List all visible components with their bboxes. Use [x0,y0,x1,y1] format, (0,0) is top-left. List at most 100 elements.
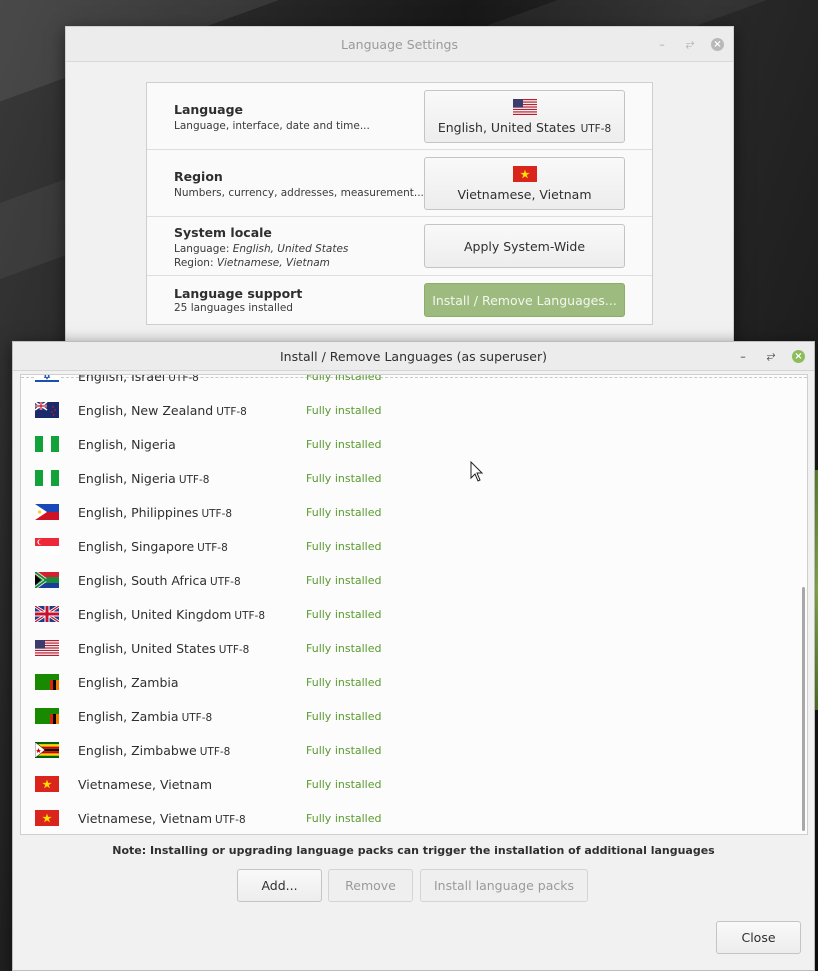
encoding-label: UTF-8 [168,374,199,384]
language-label: English, Israel [78,374,166,384]
language-name: Vietnamese, Vietnam UTF-8 [78,811,246,826]
apply-system-wide-button[interactable]: Apply System-Wide [424,224,625,268]
vn-flag-icon [35,776,59,792]
minimize-icon[interactable]: – [655,37,669,51]
encoding-label: UTF-8 [234,609,266,622]
language-name: English, Zimbabwe UTF-8 [78,743,230,758]
add-button-label: Add... [261,878,298,893]
install-status: Fully installed [306,374,382,383]
install-status: Fully installed [306,437,382,451]
install-remove-languages-window: Install / Remove Languages (as superuser… [12,341,815,971]
list-item[interactable]: English, Philippines UTF-8 Fully installed [21,495,795,529]
close-icon[interactable]: × [711,37,724,51]
install-status: Fully installed [306,573,382,587]
close-icon[interactable]: × [792,349,805,363]
install-button-label: Install language packs [434,878,574,893]
language-name: English, Israel UTF-8 [78,374,199,384]
locale-language-label: Language: [174,243,230,255]
il-flag-icon [35,375,59,384]
row-title: Language support [174,286,303,301]
install-status: Fully installed [306,471,382,485]
encoding-label: UTF-8 [216,405,247,418]
list-item[interactable]: English, South Africa UTF-8 Fully installe… [21,563,795,597]
zm-flag-icon [35,708,59,724]
list-item[interactable]: English, Zambia Fully installed [21,665,795,699]
titlebar[interactable]: Install / Remove Languages (as superuser… [13,342,814,371]
remove-button-label: Remove [345,878,396,893]
locale-region-value: Vietnamese, Vietnam [216,257,330,269]
settings-panel: Language Language, interface, date and t… [146,82,653,325]
list-item[interactable]: English, Israel UTF-8 Fully installed [21,374,795,393]
install-status: Fully installed [306,505,382,519]
language-name: English, South Africa UTF-8 [78,573,241,588]
add-button[interactable]: Add... [237,869,322,902]
list-item[interactable]: English, Nigeria Fully installed [21,427,795,461]
region-row: Region Numbers, currency, addresses, mea… [147,150,652,217]
us-flag-icon [512,98,537,115]
close-button-label: Close [741,930,776,945]
row-subtitle: Language: English, United States Region:… [174,242,348,270]
language-label: English, Philippines [78,504,199,520]
region-button-label: Vietnamese, Vietnam [457,186,592,202]
list-item[interactable]: Vietnamese, Vietnam Fully installed [21,767,795,801]
encoding-label: UTF-8 [178,473,210,486]
us-flag-icon [35,640,59,656]
encoding-label: UTF-8 [210,575,241,588]
language-name: English, Philippines UTF-8 [78,505,232,520]
scrollbar[interactable] [802,587,805,831]
maximize-icon[interactable]: ⥂ [764,349,778,363]
apply-system-wide-label: Apply System-Wide [463,238,586,254]
language-label: English, Nigeria [78,470,176,486]
list-item[interactable]: English, Nigeria UTF-8 Fully installed [21,461,795,495]
install-status: Fully installed [306,403,382,417]
list-item[interactable]: English, Zambia UTF-8 Fully installed [21,699,795,733]
install-status: Fully installed [306,539,382,553]
install-status: Fully installed [306,777,382,791]
maximize-icon[interactable]: ⥂ [683,37,697,51]
list-item[interactable]: English, United Kingdom UTF-8 Fully instal… [21,597,795,631]
list-item[interactable]: English, Zimbabwe UTF-8 Fully installed [21,733,795,767]
language-label: Vietnamese, Vietnam [78,810,213,826]
minimize-icon[interactable]: – [736,349,750,363]
language-name: English, Singapore UTF-8 [78,539,228,554]
language-label: English, South Africa [78,572,208,588]
language-label: English, Singapore [78,538,195,554]
language-name: English, Zambia UTF-8 [78,709,212,724]
install-status: Fully installed [306,811,382,825]
encoding-label: UTF-8 [181,711,213,724]
encoding-label: UTF-8 [215,813,246,826]
vn-flag-icon [35,810,59,826]
close-button[interactable]: Close [716,921,801,954]
region-button[interactable]: Vietnamese, Vietnam [424,157,625,210]
encoding-label: UTF-8 [199,745,231,758]
install-status: Fully installed [306,675,382,689]
locale-language-value: English, United States [232,243,349,255]
gb-flag-icon [35,606,59,622]
install-status: Fully installed [306,743,382,757]
language-label: English, Zambia [78,674,179,690]
encoding-label: UTF-8 [218,643,250,656]
list-item[interactable]: Vietnamese, Vietnam UTF-8 Fully installed [21,801,795,834]
remove-button[interactable]: Remove [328,869,413,902]
language-label: English, Nigeria [78,436,176,452]
language-label: English, United States [78,640,216,656]
titlebar[interactable]: Language Settings – ⥂ × [66,27,733,62]
vn-flag-icon [512,165,537,182]
language-button[interactable]: English, United States UTF-8 [424,90,625,143]
install-status: Fully installed [306,709,382,723]
install-status: Fully installed [306,641,382,655]
language-settings-window: Language Settings – ⥂ × Language Languag… [65,26,734,348]
install-remove-languages-button[interactable]: Install / Remove Languages... [424,283,625,317]
list-item[interactable]: English, New Zealand UTF-8 Fully installed [21,393,795,427]
languages-list[interactable]: English, Israel UTF-8 Fully installed Engli… [20,374,808,835]
window-title: Install / Remove Languages (as superuser… [279,348,548,364]
language-label: English, New Zealand [78,402,214,418]
install-language-packs-button[interactable]: Install language packs [420,869,588,902]
encoding-label: UTF-8 [197,541,228,554]
list-item[interactable]: English, United States UTF-8 Fully install… [21,631,795,665]
list-item[interactable]: English, Singapore UTF-8 Fully installed [21,529,795,563]
language-label: Vietnamese, Vietnam [78,776,213,792]
locale-region-label: Region: [174,257,214,269]
sg-flag-icon [35,538,59,554]
language-name: Vietnamese, Vietnam [78,777,212,792]
